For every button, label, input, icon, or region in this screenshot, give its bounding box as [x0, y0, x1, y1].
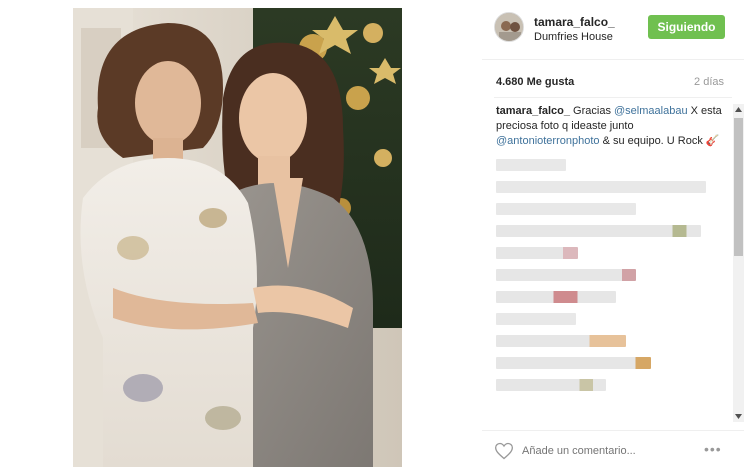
post-footer: •••: [482, 430, 744, 475]
blurred-comment: [496, 181, 706, 193]
like-heart-icon[interactable]: [494, 441, 514, 461]
comments-list: tamara_falco_ Gracias @selmaalabau X est…: [496, 104, 724, 424]
post-time[interactable]: 2 días: [694, 76, 724, 88]
post-details-panel: tamara_falco_ Dumfries House Siguiendo 4…: [482, 0, 744, 475]
location-link[interactable]: Dumfries House: [534, 31, 613, 43]
blurred-comment: [496, 247, 578, 259]
blurred-comment: [496, 335, 626, 347]
caption: tamara_falco_ Gracias @selmaalabau X est…: [496, 104, 724, 149]
divider: [494, 97, 732, 98]
blurred-comment: [496, 291, 616, 303]
blurred-comment: [496, 313, 576, 325]
scroll-down-arrow-icon[interactable]: [733, 410, 744, 422]
avatar-image: [495, 13, 523, 41]
blurred-comment: [496, 269, 636, 281]
post-header: tamara_falco_ Dumfries House Siguiendo: [482, 0, 744, 60]
photo-illustration: [73, 8, 402, 467]
caption-text-1: Gracias: [570, 105, 615, 117]
more-options-icon[interactable]: •••: [704, 441, 722, 457]
comment-input[interactable]: [522, 442, 692, 460]
photo-area: [0, 0, 470, 475]
blurred-comment: [496, 357, 651, 369]
caption-text-3: & su equipo. U Rock: [599, 135, 706, 147]
scrollbar-thumb[interactable]: [734, 118, 743, 256]
following-button[interactable]: Siguiendo: [648, 15, 725, 39]
caption-username[interactable]: tamara_falco_: [496, 105, 570, 117]
scroll-up-arrow-icon[interactable]: [733, 104, 744, 116]
blurred-comment: [496, 379, 606, 391]
blurred-comments: [496, 159, 724, 391]
mention-link[interactable]: @selmaalabau: [614, 105, 688, 117]
blurred-comment: [496, 225, 701, 237]
post-photo[interactable]: [73, 8, 402, 467]
blurred-comment: [496, 159, 566, 171]
guitar-icon: 🎸: [705, 135, 720, 147]
blurred-comment: [496, 203, 636, 215]
likes-count[interactable]: 4.680 Me gusta: [496, 76, 574, 88]
avatar[interactable]: [494, 12, 524, 42]
username-link[interactable]: tamara_falco_: [534, 15, 615, 29]
mention-link[interactable]: @antonioterronphoto: [496, 135, 600, 147]
comments-scrollbar[interactable]: [733, 104, 744, 422]
